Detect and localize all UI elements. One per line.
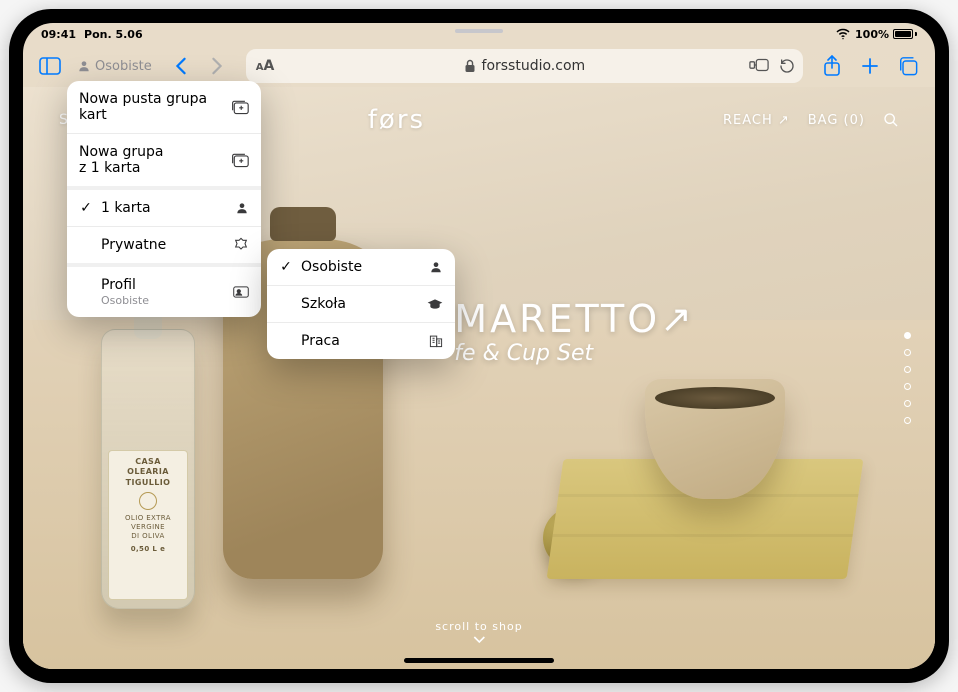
reader-format-button[interactable]: AA [256, 58, 275, 74]
back-button[interactable] [164, 49, 198, 83]
status-bar: 09:41 Pon. 5.06 100% [23, 23, 935, 45]
page-dot[interactable] [904, 349, 911, 356]
wifi-icon [835, 26, 851, 42]
battery-percent: 100% [855, 28, 889, 41]
site-logo[interactable]: førs [368, 105, 425, 135]
page-dot[interactable] [904, 366, 911, 373]
tab-group-menu: Nowa pusta grupa kart Nowa grupa z 1 kar… [67, 81, 261, 317]
checkmark-icon: ✓ [279, 259, 293, 275]
page-dots[interactable] [904, 332, 911, 424]
private-icon [233, 237, 249, 253]
new-tab-button[interactable] [853, 49, 887, 83]
status-date: Pon. 5.06 [84, 28, 143, 41]
site-reach-link[interactable]: REACH ↗ [723, 113, 790, 128]
menu-new-group-with-tab[interactable]: Nowa grupa z 1 karta [67, 134, 261, 190]
tabgroup-new-icon [231, 99, 249, 115]
profile-submenu: ✓Osobiste Szkoła Praca [267, 249, 455, 359]
profile-badge-icon [233, 285, 249, 299]
forward-button [200, 49, 234, 83]
search-icon[interactable] [883, 112, 899, 128]
page-dot[interactable] [904, 383, 911, 390]
bottle-label: CASA OLEARIA TIGULLIO OLIO EXTRA VERGINE… [108, 450, 188, 600]
battery-icon [893, 29, 917, 39]
page-dot[interactable] [904, 417, 911, 424]
building-icon [429, 334, 443, 348]
address-domain: forsstudio.com [482, 58, 586, 74]
menu-one-tab[interactable]: ✓1 karta [67, 190, 261, 227]
site-bag-link[interactable]: BAG (0) [808, 113, 865, 128]
tabgroup-new-icon [231, 152, 249, 168]
checkmark-icon: ✓ [79, 200, 93, 216]
profile-indicator[interactable]: Osobiste [71, 55, 158, 78]
graduation-cap-icon [427, 297, 443, 311]
menu-new-empty-group[interactable]: Nowa pusta grupa kart [67, 81, 261, 134]
extensions-icon[interactable] [749, 58, 769, 74]
profile-option-personal[interactable]: ✓Osobiste [267, 249, 455, 286]
menu-private[interactable]: Prywatne [67, 227, 261, 267]
profile-option-school[interactable]: Szkoła [267, 286, 455, 323]
menu-profile[interactable]: Profil Osobiste [67, 267, 261, 317]
profile-indicator-label: Osobiste [95, 59, 152, 74]
lock-icon [464, 59, 476, 73]
person-icon [235, 201, 249, 215]
reload-button[interactable] [779, 58, 795, 74]
scroll-prompt[interactable]: scroll to shop [435, 620, 522, 645]
home-indicator[interactable] [404, 658, 554, 663]
ipad-device: 09:41 Pon. 5.06 100% Osobiste [9, 9, 949, 683]
person-icon [429, 260, 443, 274]
address-bar[interactable]: AA forsstudio.com [246, 49, 803, 83]
status-time: 09:41 [41, 28, 76, 41]
sidebar-button[interactable] [33, 49, 67, 83]
hero-title[interactable]: MARETTO↗ fe & Cup Set [454, 297, 695, 366]
page-dot[interactable] [904, 400, 911, 407]
page-dot[interactable] [904, 332, 911, 339]
screen: 09:41 Pon. 5.06 100% Osobiste [23, 23, 935, 669]
profile-option-work[interactable]: Praca [267, 323, 455, 359]
share-button[interactable] [815, 49, 849, 83]
tabs-button[interactable] [891, 49, 925, 83]
